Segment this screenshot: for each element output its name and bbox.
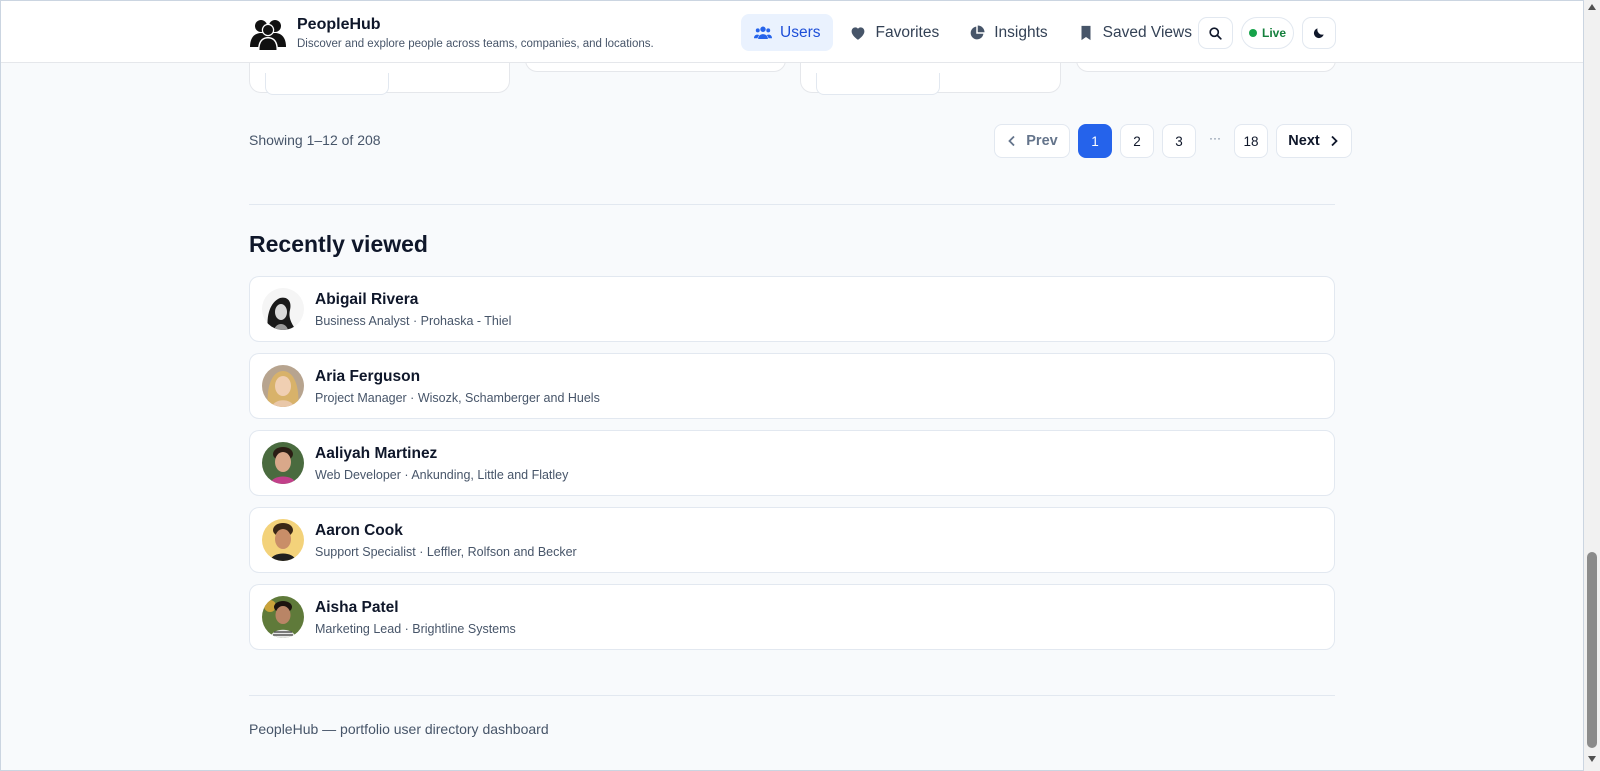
footer-text: PeopleHub — portfolio user directory das… [249, 721, 549, 737]
chevron-left-icon [1008, 135, 1015, 147]
next-label: Next [1288, 133, 1320, 149]
main-nav: Users Favorites Insights Saved Views [741, 14, 1208, 51]
chevron-right-icon [1331, 135, 1338, 147]
scroll-down-arrow-icon[interactable] [1588, 756, 1596, 762]
card-action-chip[interactable] [265, 73, 389, 95]
app-viewport: PeopleHub Discover and explore people ac… [0, 0, 1584, 771]
list-item[interactable]: Aaron Cook Support Specialist · Leffler,… [249, 507, 1335, 573]
list-item[interactable]: Aria Ferguson Project Manager · Wisozk, … [249, 353, 1335, 419]
person-name: Aria Ferguson [315, 368, 421, 385]
person-role-company: Support Specialist · Leffler, Rolfson an… [315, 545, 577, 559]
section-divider [249, 204, 1335, 205]
person-name: Aaron Cook [315, 522, 403, 539]
app-title: PeopleHub [297, 16, 381, 33]
theme-toggle-button[interactable] [1302, 17, 1336, 49]
next-page-button[interactable]: Next [1276, 124, 1352, 158]
heart-icon [852, 26, 865, 40]
page-button-2[interactable]: 2 [1120, 124, 1154, 158]
list-item[interactable]: Abigail Rivera Business Analyst · Prohas… [249, 276, 1335, 342]
footer-divider [249, 695, 1335, 696]
live-status-button[interactable]: Live [1241, 17, 1294, 49]
nav-saved-views[interactable]: Saved Views [1064, 14, 1205, 51]
live-label: Live [1261, 26, 1286, 40]
avatar [262, 519, 304, 561]
page-ellipsis: ··· [1209, 131, 1221, 145]
search-button[interactable] [1198, 17, 1233, 49]
prev-label: Prev [1026, 133, 1058, 149]
nav-label: Insights [994, 23, 1048, 41]
person-role-company: Project Manager · Wisozk, Schamberger an… [315, 391, 600, 405]
person-role-company: Marketing Lead · Brightline Systems [315, 622, 516, 636]
card-action-chip[interactable] [816, 73, 940, 95]
list-item[interactable]: Aaliyah Martinez Web Developer · Ankundi… [249, 430, 1335, 496]
live-dot-icon [1248, 29, 1257, 37]
list-item[interactable]: Aisha Patel Marketing Lead · Brightline … [249, 584, 1335, 650]
person-role-company: Business Analyst · Prohaska - Thiel [315, 314, 512, 328]
scroll-up-arrow-icon[interactable] [1588, 4, 1596, 10]
pie-chart-icon [970, 25, 985, 39]
avatar [262, 442, 304, 484]
person-name: Aaliyah Martinez [315, 445, 438, 462]
scrollbar-thumb[interactable] [1587, 552, 1597, 748]
nav-insights[interactable]: Insights [955, 14, 1060, 51]
person-role-company: Web Developer · Ankunding, Little and Fl… [315, 468, 569, 482]
prev-page-button[interactable]: Prev [994, 124, 1070, 158]
people-logo-icon [250, 20, 286, 50]
page-button-3[interactable]: 3 [1162, 124, 1196, 158]
top-header: PeopleHub Discover and explore people ac… [1, 1, 1583, 63]
recently-viewed-title: Recently viewed [249, 231, 428, 257]
page-scrollbar[interactable] [1584, 0, 1600, 771]
avatar [262, 365, 304, 407]
avatar [262, 596, 304, 638]
page-button-1[interactable]: 1 [1078, 124, 1112, 158]
recently-viewed-list: Abigail Rivera Business Analyst · Prohas… [249, 276, 1335, 661]
app-subtitle: Discover and explore people across teams… [297, 38, 654, 50]
users-icon [754, 26, 772, 39]
pagination: Prev 1 2 3 ··· 18 Next [994, 124, 1352, 158]
moon-icon [1313, 28, 1324, 39]
nav-favorites[interactable]: Favorites [836, 14, 952, 51]
results-count: Showing 1–12 of 208 [249, 132, 381, 148]
nav-label: Favorites [875, 23, 940, 41]
person-name: Abigail Rivera [315, 291, 419, 308]
nav-label: Saved Views [1102, 23, 1192, 41]
person-name: Aisha Patel [315, 599, 399, 616]
bookmark-icon [1081, 25, 1091, 40]
page-button-last[interactable]: 18 [1234, 124, 1268, 158]
avatar [262, 288, 304, 330]
nav-users[interactable]: Users [741, 14, 834, 51]
brand[interactable]: PeopleHub Discover and explore people ac… [249, 15, 654, 52]
nav-label: Users [780, 23, 821, 41]
search-icon [1209, 26, 1222, 40]
